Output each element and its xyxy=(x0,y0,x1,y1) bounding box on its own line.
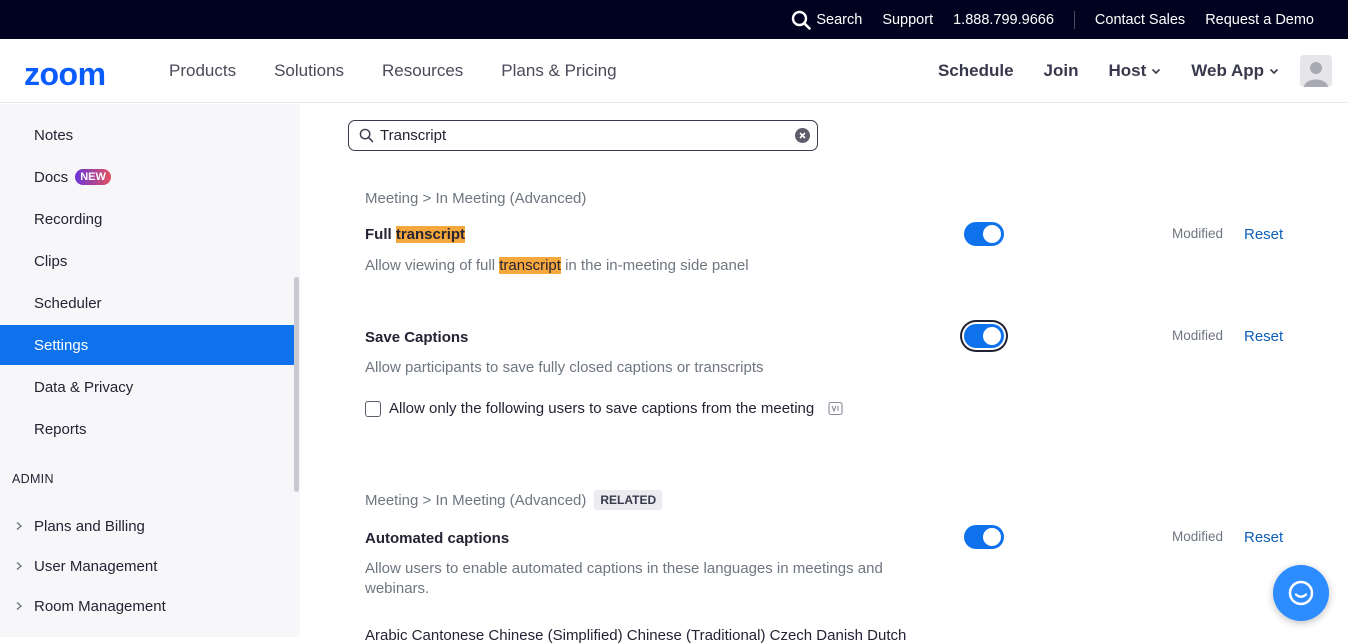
reset-link[interactable]: Reset xyxy=(1244,529,1283,546)
zoom-logo[interactable]: zoom xyxy=(24,56,106,93)
restrict-users-checkbox[interactable] xyxy=(365,400,381,417)
avatar[interactable] xyxy=(1300,55,1332,87)
sidebar-item-data-privacy[interactable]: Data & Privacy xyxy=(0,367,294,407)
divider xyxy=(1073,10,1075,29)
title-text: Full xyxy=(365,226,396,243)
reset-link[interactable]: Reset xyxy=(1244,328,1283,345)
reset-link[interactable]: Reset xyxy=(1244,226,1283,243)
modified-label: Modified xyxy=(1172,529,1224,544)
settings-sidebar: Notes Docs NEW Recording Clips Scheduler… xyxy=(0,104,300,637)
utility-bar: Search Support 1.888.799.9666 Contact Sa… xyxy=(0,0,1348,39)
support-link[interactable]: Support xyxy=(872,12,943,28)
nav-right-menu: Schedule Join Host Web App xyxy=(923,39,1332,103)
chevron-right-icon xyxy=(16,561,23,571)
nav-web-app-label: Web App xyxy=(1191,61,1264,80)
contact-sales-link[interactable]: Contact Sales xyxy=(1085,12,1195,28)
save-captions-toggle[interactable] xyxy=(964,324,1004,348)
search-link[interactable]: Search xyxy=(781,10,872,30)
nav-solutions[interactable]: Solutions xyxy=(274,61,344,81)
search-icon xyxy=(792,10,812,30)
chevron-down-icon xyxy=(1152,68,1161,75)
sidebar-item-user-management[interactable]: User Management xyxy=(0,546,294,586)
sidebar-scrollbar[interactable] xyxy=(294,277,299,492)
clear-search-icon[interactable] xyxy=(795,128,810,143)
nav-join[interactable]: Join xyxy=(1044,61,1079,81)
nav-products[interactable]: Products xyxy=(169,61,236,81)
sidebar-item-label: Room Management xyxy=(34,597,166,615)
sidebar-item-recording[interactable]: Recording xyxy=(0,199,294,239)
setting-title-save-captions: Save Captions xyxy=(365,329,469,346)
search-highlight: transcript xyxy=(395,226,466,243)
desc-text: Allow viewing of full xyxy=(365,257,500,274)
sidebar-item-plans-billing[interactable]: Plans and Billing xyxy=(0,506,294,546)
user-silhouette-icon xyxy=(1304,62,1328,87)
caption-languages-list: Arabic Cantonese Chinese (Simplified) Ch… xyxy=(365,627,907,644)
breadcrumb: Meeting > In Meeting (Advanced) xyxy=(365,190,586,207)
chevron-right-icon xyxy=(16,521,23,531)
toggle-knob xyxy=(983,528,1001,546)
request-demo-link[interactable]: Request a Demo xyxy=(1195,12,1324,28)
setting-description: Allow users to enable automated captions… xyxy=(365,560,883,597)
toggle-knob xyxy=(983,225,1001,243)
nav-host-label: Host xyxy=(1108,61,1147,80)
search-highlight: transcript xyxy=(499,257,561,274)
modified-label: Modified xyxy=(1172,226,1224,241)
chat-bubble-icon xyxy=(1288,580,1314,606)
setting-title-full-transcript: Full transcript xyxy=(365,226,466,243)
nav-web-app[interactable]: Web App xyxy=(1191,61,1279,81)
new-badge: NEW xyxy=(75,169,111,185)
main-nav: zoom Products Solutions Resources Plans … xyxy=(0,39,1348,103)
nav-schedule[interactable]: Schedule xyxy=(938,61,1014,81)
nav-left-menu: Products Solutions Resources Plans & Pri… xyxy=(150,39,636,103)
sidebar-item-label: Docs xyxy=(34,168,69,186)
phone-link[interactable]: 1.888.799.9666 xyxy=(943,12,1064,28)
sidebar-item-settings[interactable]: Settings xyxy=(0,325,294,365)
sidebar-item-scheduler[interactable]: Scheduler xyxy=(0,283,294,323)
breadcrumb-text: Meeting > In Meeting (Advanced) xyxy=(365,190,587,207)
chat-support-button[interactable] xyxy=(1273,565,1329,621)
checkbox-label: Allow only the following users to save c… xyxy=(389,400,815,417)
sidebar-item-label: User Management xyxy=(34,557,158,575)
setting-description: Allow participants to save fully closed … xyxy=(365,359,764,376)
modified-label: Modified xyxy=(1172,328,1224,343)
desc-text: in the in-meeting side panel xyxy=(560,257,749,274)
chevron-down-icon xyxy=(1269,68,1279,75)
search-icon xyxy=(359,128,374,143)
search-link-label: Search xyxy=(816,11,863,28)
admin-section-header: ADMIN xyxy=(12,472,54,486)
full-transcript-toggle[interactable] xyxy=(964,222,1004,246)
related-badge: RELATED xyxy=(594,490,663,510)
info-icon[interactable] xyxy=(828,401,843,416)
nav-resources[interactable]: Resources xyxy=(382,61,463,81)
setting-title-automated-captions: Automated captions xyxy=(365,530,510,547)
sidebar-item-notes[interactable]: Notes xyxy=(0,115,294,155)
chevron-right-icon xyxy=(16,601,23,611)
breadcrumb-text: Meeting > In Meeting (Advanced) xyxy=(365,491,587,509)
settings-content: Meeting > In Meeting (Advanced) Full tra… xyxy=(300,104,1348,644)
search-input[interactable] xyxy=(380,127,780,144)
nav-plans-pricing[interactable]: Plans & Pricing xyxy=(501,61,616,81)
setting-description: Allow viewing of full transcript in the … xyxy=(365,256,749,276)
toggle-knob xyxy=(983,327,1001,345)
settings-search[interactable] xyxy=(348,120,818,151)
sidebar-item-docs[interactable]: Docs NEW xyxy=(0,157,294,197)
sidebar-item-reports[interactable]: Reports xyxy=(0,409,294,449)
breadcrumb: Meeting > In Meeting (Advanced) RELATED xyxy=(365,490,663,510)
sidebar-item-label: Plans and Billing xyxy=(34,517,145,535)
sidebar-item-clips[interactable]: Clips xyxy=(0,241,294,281)
sidebar-item-room-management[interactable]: Room Management xyxy=(0,586,294,626)
automated-captions-toggle[interactable] xyxy=(964,525,1004,549)
nav-host[interactable]: Host xyxy=(1109,61,1162,81)
save-captions-restrict-option: Allow only the following users to save c… xyxy=(365,400,843,417)
